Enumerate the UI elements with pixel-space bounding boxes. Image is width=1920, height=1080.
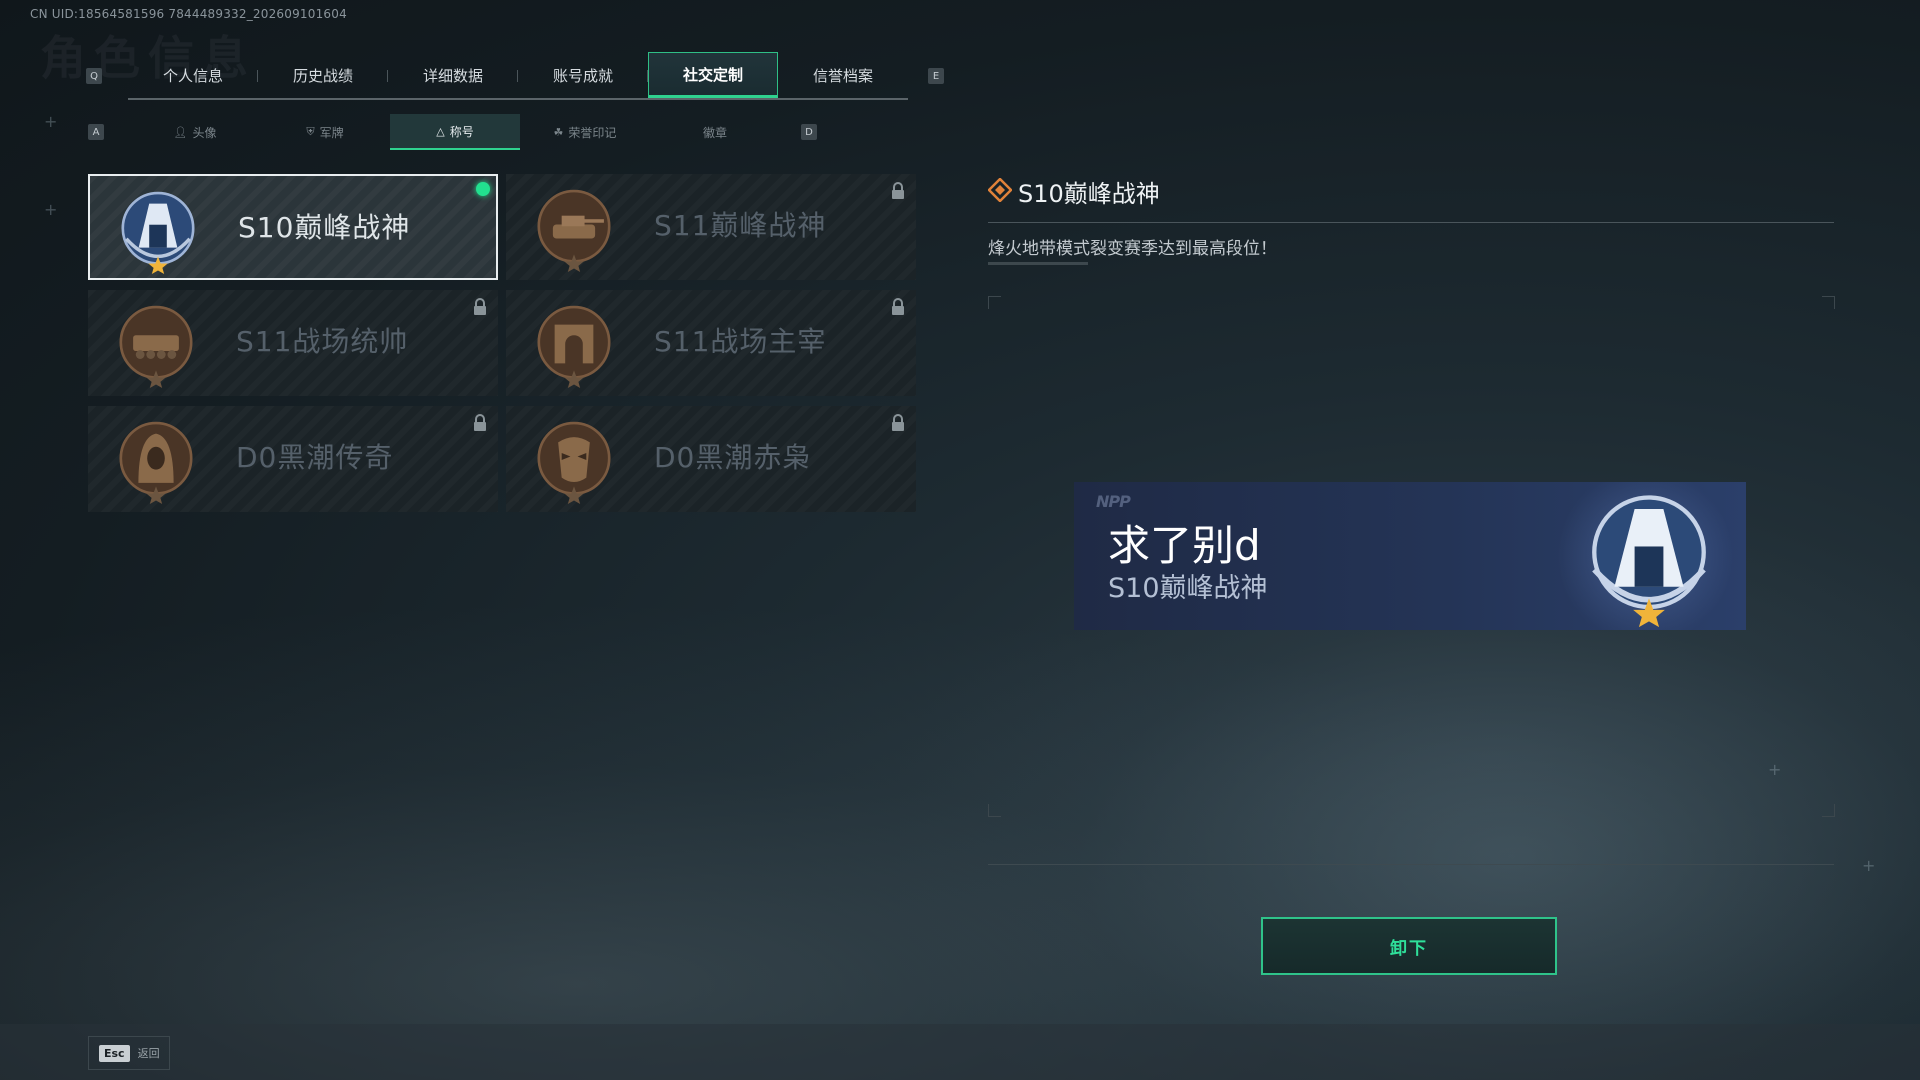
nameplate-player-name: 求了别d — [1108, 521, 1261, 570]
subtab-label: 军牌 — [319, 125, 344, 140]
title-card-name: S10巅峰战神 — [238, 211, 411, 244]
unequip-button[interactable]: 卸下 — [1261, 917, 1557, 975]
frame-corner — [988, 804, 1001, 817]
frame-corner — [1822, 804, 1835, 817]
nameplate-title: S10巅峰战神 — [1108, 573, 1268, 604]
dogtag-icon: ⛨ — [306, 125, 315, 138]
divider — [988, 222, 1834, 223]
lock-icon — [892, 298, 904, 315]
tab-personal-info[interactable]: 个人信息 — [128, 52, 258, 98]
s11-apc-emblem-icon — [119, 305, 193, 388]
title-card-s10-peak[interactable]: S10巅峰战神 — [88, 174, 498, 280]
equipped-indicator — [476, 182, 490, 196]
title-card-s11-commander[interactable]: S11战场统帅 — [88, 290, 498, 396]
s10-peak-emblem-icon — [1592, 495, 1706, 628]
prev-subtab-key[interactable]: A — [88, 124, 104, 140]
tab-detailed-stats[interactable]: 详细数据 — [388, 52, 518, 98]
laurel-icon: ☘ — [553, 125, 564, 139]
tab-social-customization[interactable]: 社交定制 — [648, 52, 778, 98]
lock-icon — [892, 414, 904, 431]
title-card-name: D0黑潮赤枭 — [654, 441, 812, 474]
back-label: 返回 — [137, 1047, 160, 1060]
title-card-s11-ruler[interactable]: S11战场主宰 — [506, 290, 916, 396]
detail-title: S10巅峰战神 — [1018, 180, 1160, 208]
subtab-honor-mark[interactable]: ☘ 荣誉印记 — [520, 114, 650, 150]
prev-tab-key[interactable]: Q — [86, 68, 102, 84]
nameplate-preview: NPP 求了别d S10巅峰战神 — [1074, 482, 1746, 630]
divider — [988, 864, 1834, 865]
title-card-name: S11战场统帅 — [236, 325, 409, 358]
title-card-name: S11巅峰战神 — [654, 209, 827, 242]
title-card-name: D0黑潮传奇 — [236, 441, 394, 474]
d0-hooded-emblem-icon — [119, 421, 193, 504]
title-card-s11-peak[interactable]: S11巅峰战神 — [506, 174, 916, 280]
subtab-label: 徽章 — [702, 125, 727, 140]
title-card-d0-owl[interactable]: D0黑潮赤枭 — [506, 406, 916, 512]
next-subtab-key[interactable]: D — [801, 124, 817, 140]
detail-description: 烽火地带模式裂变赛季达到最高段位！ — [988, 239, 1277, 259]
uid-label: CN UID:18564581596 7844489332_2026091016… — [30, 7, 347, 21]
subtab-avatar[interactable]: 👤︎ 头像 — [130, 114, 260, 150]
subtab-label: 头像 — [192, 125, 217, 140]
next-tab-key[interactable]: E — [928, 68, 944, 84]
s11-arch-emblem-icon — [537, 305, 611, 388]
subtab-badge[interactable]: 徽章 — [650, 114, 780, 150]
s10-peak-emblem-icon — [121, 191, 195, 274]
diamond-icon — [988, 178, 1012, 202]
description-underline — [988, 262, 1088, 265]
person-icon: 👤︎ — [173, 125, 188, 139]
title-card-d0-legend[interactable]: D0黑潮传奇 — [88, 406, 498, 512]
tab-match-history[interactable]: 历史战绩 — [258, 52, 388, 98]
subtab-title[interactable]: △ 称号 — [390, 114, 520, 150]
frame-corner — [1822, 296, 1835, 309]
lock-icon — [474, 298, 486, 315]
back-button[interactable]: Esc 返回 — [88, 1036, 170, 1070]
tab-achievements[interactable]: 账号成就 — [518, 52, 648, 98]
main-tab-bar: 个人信息 历史战绩 详细数据 账号成就 社交定制 信誉档案 — [128, 52, 908, 100]
tab-credit-record[interactable]: 信誉档案 — [778, 52, 908, 98]
esc-key: Esc — [99, 1044, 130, 1062]
sub-tab-bar: 👤︎ 头像 ⛨ 军牌 △ 称号 ☘ 荣誉印记 徽章 — [130, 114, 780, 150]
title-card-name: S11战场主宰 — [654, 325, 827, 358]
lock-icon — [474, 414, 486, 431]
lock-icon — [892, 182, 904, 199]
triangle-icon: △ — [436, 124, 445, 138]
subtab-label: 荣誉印记 — [568, 125, 617, 140]
s11-tank-emblem-icon — [537, 189, 611, 272]
game-logo-icon: NPP — [1096, 492, 1131, 511]
subtab-dogtag[interactable]: ⛨ 军牌 — [260, 114, 390, 150]
frame-corner — [988, 296, 1001, 309]
d0-mask-emblem-icon — [537, 421, 611, 504]
subtab-label: 称号 — [449, 124, 474, 139]
